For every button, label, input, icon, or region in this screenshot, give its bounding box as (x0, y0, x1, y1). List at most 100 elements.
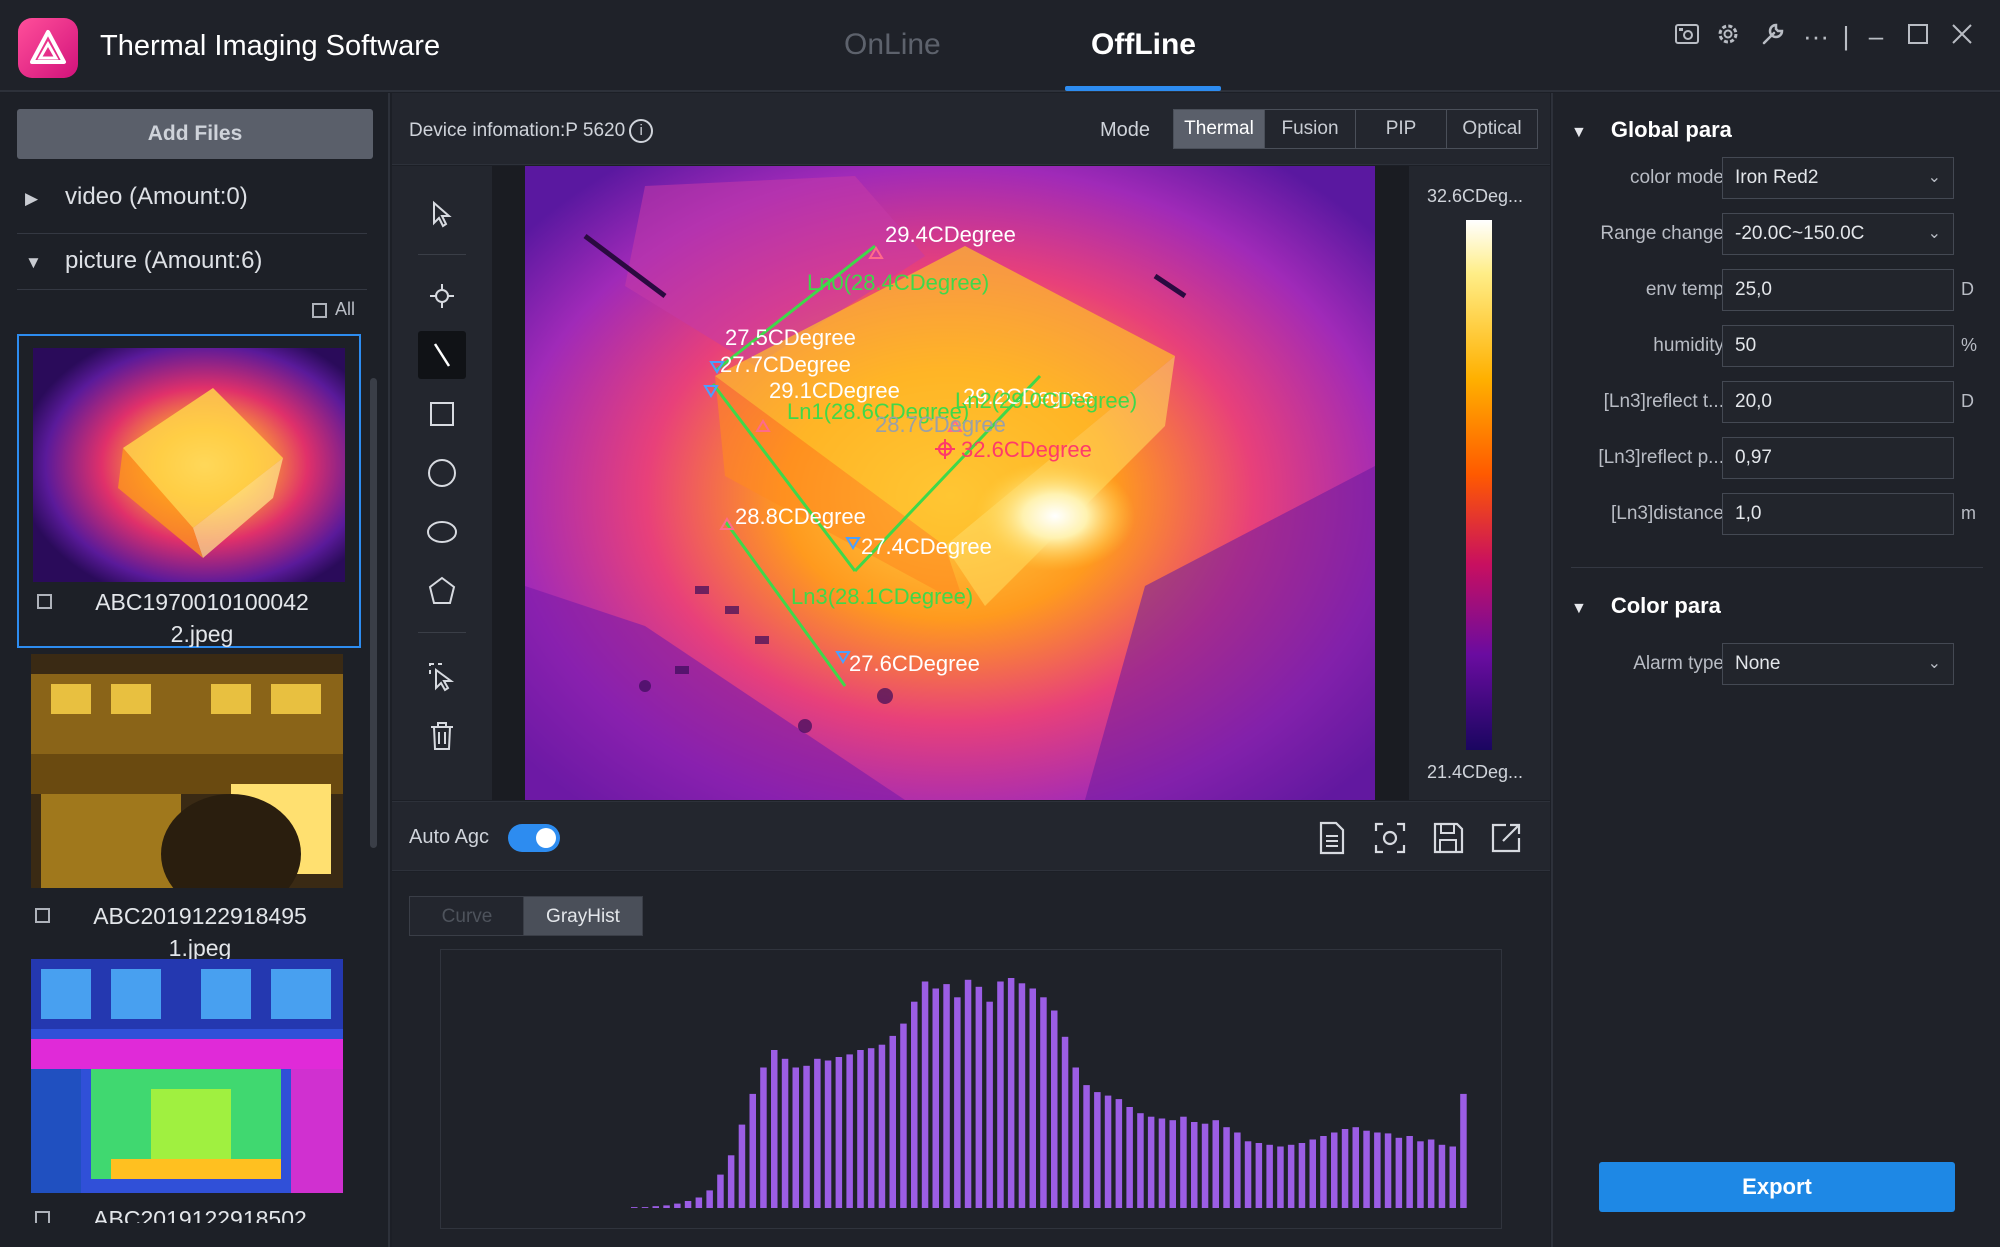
tree-video-group[interactable]: ▶ video (Amount:0) (25, 183, 248, 211)
more-icon[interactable]: ··· (1800, 20, 1832, 52)
wrench-icon[interactable] (1757, 20, 1789, 52)
histogram-bar (1137, 1113, 1144, 1208)
app-title: Thermal Imaging Software (100, 30, 441, 62)
tool-divider (418, 632, 466, 633)
capture-icon[interactable] (1372, 820, 1408, 856)
tab-online[interactable]: OnLine (844, 28, 941, 62)
file-thumb-3[interactable]: ABC2019122918502 (17, 959, 361, 1247)
histogram-bar (846, 1054, 853, 1208)
export-share-icon[interactable] (1488, 820, 1524, 856)
reflect-param-input[interactable]: 0,97 (1722, 437, 1954, 479)
scale-min-label: 21.4CDeg... (1427, 762, 1524, 782)
humidity-input[interactable]: 50 (1722, 325, 1954, 367)
histogram-chart (440, 949, 1502, 1229)
select-area-icon[interactable] (418, 652, 466, 700)
file-thumb-2[interactable]: ABC2019122918495 1.jpeg (17, 654, 361, 961)
histogram-bar (738, 1124, 746, 1208)
color-mode-select[interactable]: Iron Red2 ⌄ (1722, 157, 1954, 199)
color-para-header[interactable]: ▼ Color para (1571, 593, 1721, 619)
distance-input[interactable]: 1,0 (1722, 493, 1954, 535)
tab-curve[interactable]: Curve (409, 896, 525, 936)
select-all-checkbox[interactable]: All (312, 299, 355, 320)
histogram-bar (1460, 1093, 1467, 1208)
device-info-text: Device infomation:P 5620 (409, 120, 626, 142)
histogram-bar (1309, 1139, 1316, 1208)
select-all-label: All (335, 299, 356, 319)
histogram-bar (814, 1058, 821, 1208)
histogram-bar (954, 997, 961, 1208)
auto-agc-toggle[interactable] (508, 824, 560, 852)
temperature-scale: 32.6CDeg... 21.4CDeg... (1409, 166, 1550, 800)
histogram-bar (889, 1035, 896, 1208)
humidity-unit: % (1961, 335, 1978, 355)
auto-agc-label: Auto Agc (409, 826, 490, 848)
histogram-bar (771, 1050, 778, 1208)
param-label: Range change (1600, 223, 1724, 244)
checkbox-icon[interactable] (35, 908, 50, 923)
report-icon[interactable] (1314, 820, 1350, 856)
histogram-bar (1287, 1144, 1295, 1208)
reflect-temp-input[interactable]: 20,0 (1722, 381, 1954, 423)
tree-divider (17, 289, 367, 290)
agc-bar: Auto Agc (392, 801, 1550, 871)
tab-grayhist[interactable]: GrayHist (523, 896, 643, 936)
camera-settings-icon[interactable] (1671, 20, 1703, 52)
tab-optical[interactable]: Optical (1446, 109, 1538, 149)
tab-pip[interactable]: PIP (1355, 109, 1447, 149)
env-temp-input[interactable]: 25,0 (1722, 269, 1954, 311)
temp-label: 27.6CDegree (849, 651, 980, 676)
alarm-type-select[interactable]: None ⌄ (1722, 643, 1954, 685)
thermal-image-viewer[interactable]: 29.4CDegree Ln0(28.4CDegree) 27.5CDegree… (492, 166, 1409, 800)
tab-thermal[interactable]: Thermal (1173, 109, 1265, 149)
histogram-bar (878, 1044, 886, 1208)
scale-gradient (1466, 220, 1492, 750)
title-bar: Thermal Imaging Software OnLine OffLine … (0, 0, 2000, 92)
add-files-button[interactable]: Add Files (17, 109, 373, 159)
gear-icon[interactable] (1712, 20, 1744, 52)
viewer-header: Device infomation:P 5620 i Mode Thermal F… (392, 93, 1550, 165)
range-change-select[interactable]: -20.0C~150.0C ⌄ (1722, 213, 1954, 255)
polygon-tool-icon[interactable] (418, 567, 466, 615)
tab-fusion[interactable]: Fusion (1264, 109, 1356, 149)
histogram-bar (1201, 1123, 1209, 1208)
annotation-toolbar (392, 166, 492, 800)
histogram-bar (1083, 1085, 1090, 1208)
histogram-bar (1363, 1130, 1370, 1208)
histogram-bar (1094, 1092, 1101, 1208)
histogram-bar (1061, 1036, 1069, 1208)
rectangle-tool-icon[interactable] (418, 390, 466, 438)
close-icon[interactable] (1946, 20, 1978, 52)
checkbox-icon[interactable] (35, 1211, 50, 1223)
save-icon[interactable] (1430, 820, 1466, 856)
trash-icon[interactable] (418, 712, 466, 760)
thermal-image[interactable]: 29.4CDegree Ln0(28.4CDegree) 27.5CDegree… (525, 166, 1375, 800)
param-label: humidity (1653, 335, 1724, 356)
file-thumb-3-label: ABC2019122918502 (35, 1203, 365, 1223)
histogram-bar (900, 1023, 907, 1208)
global-para-header[interactable]: ▼ Global para (1571, 117, 1732, 143)
file-list-scrollbar[interactable] (370, 378, 377, 848)
histogram-bar (1051, 1010, 1058, 1208)
point-tool-icon[interactable] (418, 272, 466, 320)
thumbnail-image (31, 959, 343, 1193)
info-icon[interactable]: i (629, 119, 654, 143)
line-tool-icon[interactable] (418, 331, 466, 379)
temp-label-max: 32.6CDegree (961, 437, 1092, 462)
thumbnail-image (33, 348, 345, 582)
ellipse-tool-icon[interactable] (418, 508, 466, 556)
histogram-bar (1007, 978, 1015, 1208)
file-thumb-1[interactable]: ABC1970010100042 2.jpeg (17, 334, 361, 648)
histogram-bar (760, 1067, 767, 1208)
tab-offline[interactable]: OffLine (1091, 28, 1196, 62)
histogram-bar (1244, 1141, 1252, 1208)
temp-label: 27.5CDegree (725, 325, 856, 350)
histogram-bar (706, 1190, 713, 1208)
select-pointer-icon[interactable] (418, 190, 466, 238)
checkbox-icon[interactable] (37, 594, 52, 609)
tree-picture-group[interactable]: ▼ picture (Amount:6) (25, 247, 262, 275)
histogram-bar (943, 984, 950, 1208)
circle-tool-icon[interactable] (418, 449, 466, 497)
export-button[interactable]: Export (1599, 1162, 1955, 1212)
maximize-icon[interactable] (1902, 20, 1934, 52)
minimize-icon[interactable]: – (1860, 20, 1892, 52)
